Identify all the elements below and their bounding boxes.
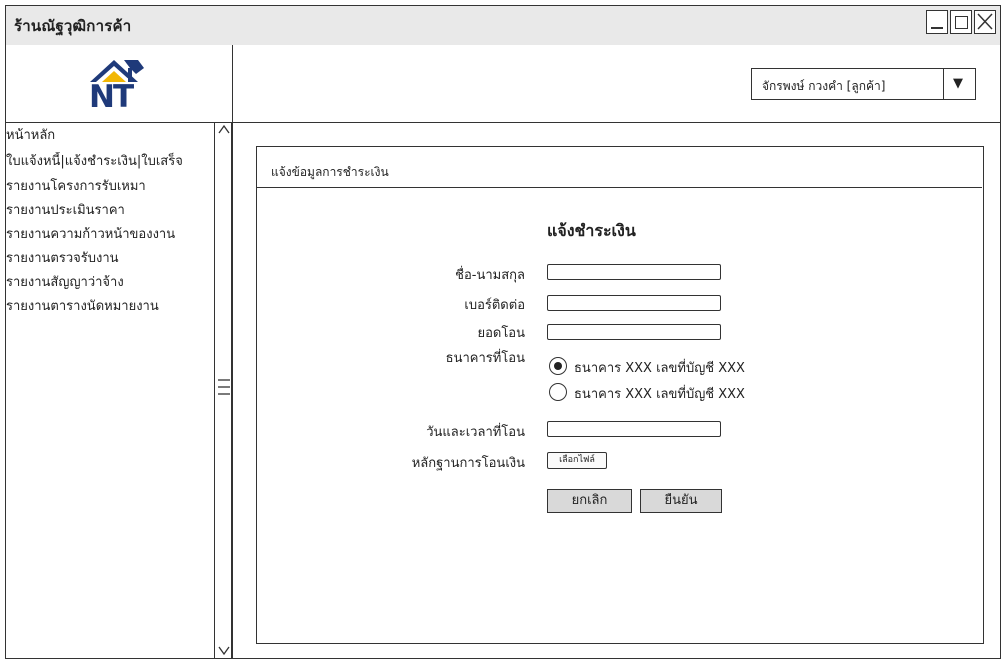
phone-field[interactable] <box>547 295 721 311</box>
amount-label: ยอดโอน <box>477 326 525 341</box>
bank-option-2-radio[interactable] <box>549 383 567 401</box>
logo-text: NT <box>89 79 134 115</box>
panel-title: แจ้งข้อมูลการชำระเงิน <box>271 165 389 179</box>
user-select[interactable]: จักรพงษ์ กวงคำ [ลูกค้า] ▼ <box>751 67 976 100</box>
dropdown-button[interactable]: ▼ <box>943 67 975 100</box>
bank-option-1-label[interactable]: ธนาคาร XXX เลขที่บัญชี XXX <box>574 357 745 378</box>
user-select-value: จักรพงษ์ กวงคำ [ลูกค้า] <box>762 79 886 93</box>
sidebar-item-contract-projects[interactable]: รายงานโครงการรับเหมา <box>6 177 216 197</box>
choose-file-button[interactable]: เลือกไฟล์ <box>547 452 607 469</box>
window-title: ร้านณัฐวุฒิการค้า <box>14 17 132 35</box>
sidebar-item-home[interactable]: หน้าหลัก <box>6 126 216 146</box>
confirm-button[interactable]: ยืนยัน <box>640 489 722 513</box>
company-logo: NT <box>84 54 156 116</box>
sidebar-divider <box>232 45 233 659</box>
scroll-grip-icon[interactable] <box>217 376 231 398</box>
maximize-icon[interactable] <box>950 10 972 34</box>
panel-title-divider <box>257 187 982 188</box>
bank-option-2-label[interactable]: ธนาคาร XXX เลขที่บัญชี XXX <box>574 383 745 404</box>
bank-label: ธนาคารที่โอน <box>445 351 525 366</box>
name-field[interactable] <box>547 264 721 280</box>
evidence-label: หลักฐานการโอนเงิน <box>411 456 525 471</box>
amount-field[interactable] <box>547 324 721 340</box>
sidebar-item-employment-contract[interactable]: รายงานสัญญาว่าจ้าง <box>6 273 216 293</box>
sidebar-nav: หน้าหลัก ใบแจ้งหนี้|แจ้งชำระเงิน|ใบเสร็จ… <box>6 124 214 659</box>
header-divider <box>5 122 1001 123</box>
sidebar-item-inspection[interactable]: รายงานตรวจรับงาน <box>6 249 216 269</box>
phone-label: เบอร์ติดต่อ <box>464 298 525 313</box>
chevron-up-icon[interactable] <box>217 122 231 138</box>
triangle-down-icon: ▼ <box>953 75 963 91</box>
title-bar <box>5 5 1001 45</box>
minimize-icon[interactable] <box>926 10 948 34</box>
sidebar-scrollbar[interactable] <box>214 122 232 659</box>
datetime-label: วันและเวลาที่โอน <box>426 425 525 440</box>
form-heading: แจ้งชำระเงิน <box>547 221 636 240</box>
datetime-field[interactable] <box>547 421 721 437</box>
name-label: ชื่อ-นามสกุล <box>455 268 525 283</box>
close-icon[interactable] <box>974 10 996 34</box>
bank-option-1-radio[interactable] <box>549 357 567 375</box>
cancel-button[interactable]: ยกเลิก <box>547 489 632 513</box>
sidebar-item-price-estimate[interactable]: รายงานประเมินราคา <box>6 201 216 221</box>
chevron-down-icon[interactable] <box>217 642 231 658</box>
sidebar-item-schedule[interactable]: รายงานตารางนัดหมายงาน <box>6 297 216 317</box>
sidebar-item-invoice[interactable]: ใบแจ้งหนี้|แจ้งชำระเงิน|ใบเสร็จ <box>6 152 216 172</box>
sidebar-item-progress[interactable]: รายงานความก้าวหน้าของงาน <box>6 225 216 245</box>
